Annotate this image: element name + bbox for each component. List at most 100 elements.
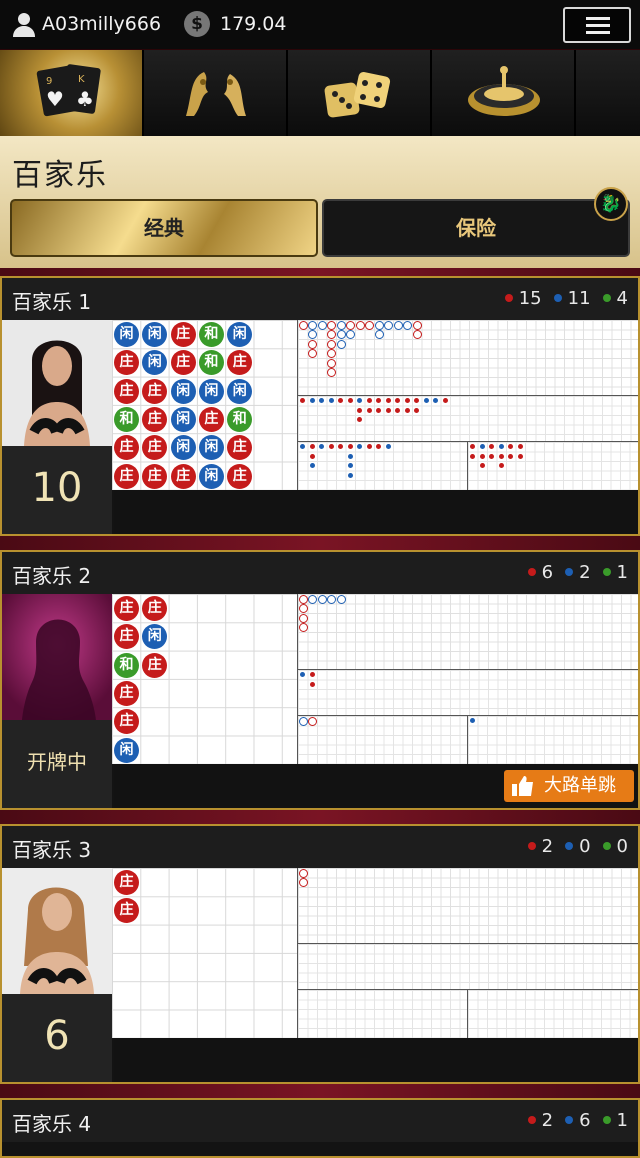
bead-road: 闲闲庄和闲庄闲庄和庄庄庄闲闲闲和庄闲庄和庄庄闲闲庄庄庄庄闲庄 xyxy=(112,320,298,490)
road-mark xyxy=(298,716,308,726)
road-mark xyxy=(298,604,308,613)
small-road xyxy=(298,990,468,1038)
bead-result: 闲 xyxy=(170,406,196,432)
player-count: 6 xyxy=(579,1110,591,1131)
banker-count: 2 xyxy=(541,1110,554,1131)
road-mark xyxy=(395,407,400,413)
road-mark xyxy=(376,407,381,413)
road-mark xyxy=(317,320,327,330)
baccarat-table-1[interactable]: 百家乐 1 15 11 4 10 闲闲庄和闲庄闲庄和庄庄庄闲闲闲和庄闲庄和庄庄闲… xyxy=(0,276,640,536)
dragon-tiger-icon xyxy=(186,72,246,116)
player-dot-icon xyxy=(565,567,574,576)
bead-result: 闲 xyxy=(198,435,224,461)
table-name: 百家乐 4 xyxy=(12,1112,92,1136)
bead-result: 和 xyxy=(114,652,139,678)
big-eye-road xyxy=(298,396,638,442)
road-mark xyxy=(298,613,308,623)
road-mark xyxy=(479,463,485,468)
bead-result: 闲 xyxy=(114,322,139,347)
player-dot-icon xyxy=(565,1115,574,1124)
bead-result: 闲 xyxy=(198,378,224,404)
dealer-silhouette xyxy=(2,594,112,720)
road-mark xyxy=(376,444,381,449)
baccarat-table-4[interactable]: 百家乐 4 2 6 1 xyxy=(0,1098,640,1158)
player-count: 11 xyxy=(567,288,591,309)
bead-result: 闲 xyxy=(142,350,168,376)
road-mark xyxy=(298,868,308,878)
road-mark xyxy=(336,339,346,349)
road-mark xyxy=(327,330,336,339)
road-mark xyxy=(309,681,315,687)
road-mark xyxy=(393,320,403,330)
thumbs-up-icon xyxy=(512,776,533,796)
table-header: 百家乐 2 6 2 1 xyxy=(2,552,638,594)
tie-count: 4 xyxy=(616,288,628,309)
road-mark xyxy=(309,463,315,468)
divider xyxy=(0,536,640,550)
big-road xyxy=(298,594,638,670)
road-mark xyxy=(308,339,317,349)
road-mark xyxy=(385,444,391,449)
road-mark xyxy=(338,398,343,403)
tab-classic[interactable]: 经典 xyxy=(10,199,318,257)
road-mark xyxy=(374,320,384,330)
road-mark xyxy=(309,444,315,449)
road-mark xyxy=(384,320,393,330)
road-mark xyxy=(300,672,305,677)
road-mark xyxy=(327,339,336,349)
tie-dot-icon xyxy=(602,293,611,302)
bead-result: 庄 xyxy=(227,350,253,376)
playing-cards-icon: 9 K ♥ ♣ xyxy=(36,64,101,117)
tie-dot-icon xyxy=(602,567,611,576)
game-section-header: 百家乐 经典 保险 xyxy=(0,136,640,268)
category-more[interactable] xyxy=(576,50,640,136)
hamburger-menu-button[interactable] xyxy=(563,7,631,43)
small-road xyxy=(298,716,468,764)
page-title: 百家乐 xyxy=(12,158,108,193)
table-name: 百家乐 1 xyxy=(12,290,92,314)
baccarat-table-3[interactable]: 百家乐 3 2 0 0 6 庄庄 xyxy=(0,824,640,1084)
bead-result: 庄 xyxy=(142,378,168,404)
road-mark xyxy=(327,320,336,330)
road-mark xyxy=(489,453,494,459)
category-roulette[interactable] xyxy=(432,50,576,136)
dealer-photo xyxy=(2,868,112,994)
bead-result: 闲 xyxy=(170,378,196,404)
road-mark xyxy=(347,398,353,403)
category-dice[interactable] xyxy=(288,50,432,136)
road-mark xyxy=(414,407,419,413)
player-dot-icon xyxy=(565,841,574,850)
bead-result: 庄 xyxy=(114,596,139,621)
road-mark xyxy=(412,320,422,330)
road-mark xyxy=(366,444,372,449)
road-mark xyxy=(489,444,494,449)
cockroach-road xyxy=(468,442,638,490)
player-count: 2 xyxy=(579,562,591,583)
road-mark xyxy=(300,444,305,449)
road-mark xyxy=(328,444,334,449)
category-cards[interactable]: 9 K ♥ ♣ xyxy=(0,50,144,136)
tie-count: 1 xyxy=(616,1110,628,1131)
road-mark xyxy=(327,358,336,368)
big-eye-road xyxy=(298,670,638,716)
category-dragon-tiger[interactable] xyxy=(144,50,288,136)
bead-result: 闲 xyxy=(198,463,224,489)
road-mark xyxy=(498,444,504,449)
roadmap-board: 庄庄 xyxy=(112,868,638,1038)
road-mark xyxy=(298,878,308,887)
username: A03milly666 xyxy=(42,13,162,35)
road-mark xyxy=(346,330,355,339)
banker-dot-icon xyxy=(527,567,536,576)
tie-count: 1 xyxy=(616,562,628,583)
tab-insurance[interactable]: 保险 xyxy=(322,199,630,257)
road-mark xyxy=(309,672,315,677)
road-mark xyxy=(327,349,336,358)
bead-result: 闲 xyxy=(142,624,168,650)
road-mark xyxy=(317,594,327,604)
baccarat-table-2[interactable]: 百家乐 2 6 2 1 开牌中 庄庄庄闲和庄庄庄闲 大路单跳 xyxy=(0,550,640,810)
table-header: 百家乐 4 2 6 1 xyxy=(2,1100,638,1142)
road-mark xyxy=(423,398,429,403)
big-road-alternate-badge[interactable]: 大路单跳 xyxy=(504,770,634,802)
small-road xyxy=(298,442,468,490)
road-mark xyxy=(355,320,365,330)
